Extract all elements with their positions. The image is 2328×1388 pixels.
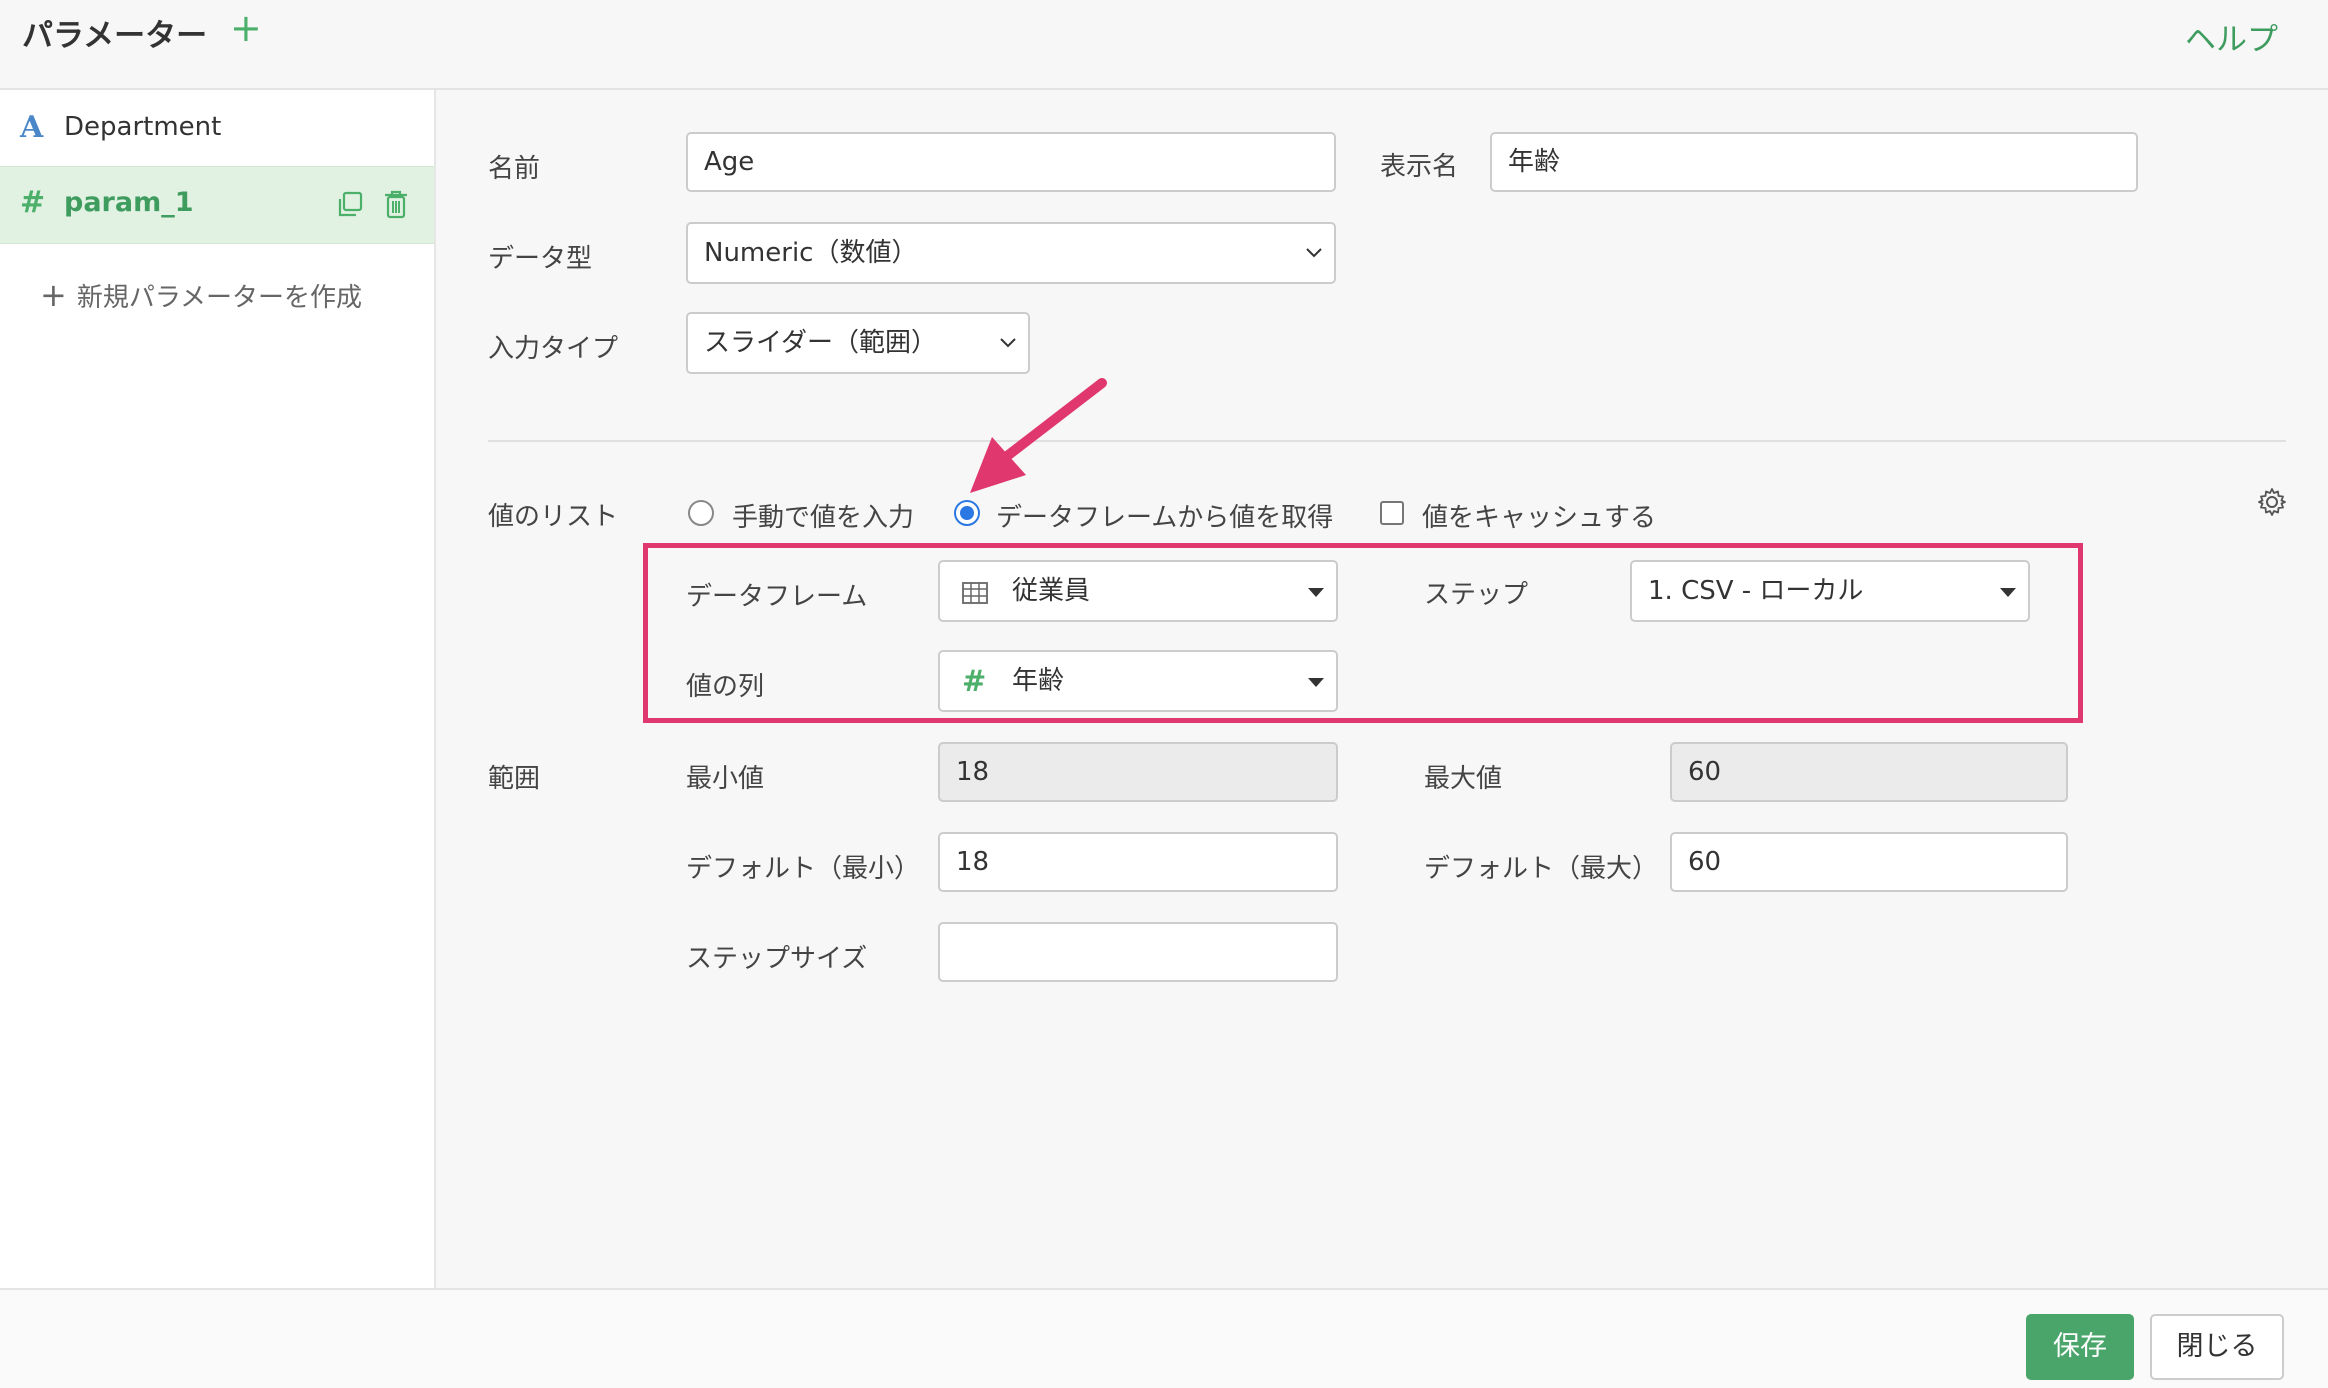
value-column-select[interactable]: # 年齢 [938,650,1338,712]
sidebar-item-label: param_1 [64,187,194,218]
copy-icon[interactable] [336,191,364,219]
manual-input-radio[interactable] [688,500,714,526]
page-title: パラメーター [22,18,208,54]
data-type-value: Numeric（数値） [704,238,918,268]
chevron-down-icon [1000,338,1016,348]
name-label: 名前 [488,154,541,184]
manual-input-label: 手動で値を入力 [732,503,915,533]
display-name-label: 表示名 [1380,152,1459,182]
table-icon [962,582,988,604]
value-column-value: 年齢 [1012,666,1065,696]
close-button[interactable]: 閉じる [2150,1314,2284,1380]
cache-checkbox[interactable] [1380,501,1404,525]
caret-down-icon [1308,588,1324,597]
value-list-label: 値のリスト [488,502,619,532]
data-type-select[interactable]: Numeric（数値） [686,222,1336,284]
caret-down-icon [2000,588,2016,597]
annotation-arrow [970,378,1107,493]
range-label: 範囲 [488,764,541,794]
display-name-input[interactable]: 年齢 [1490,132,2138,192]
sidebar-item-param-1[interactable]: # param_1 [0,166,434,244]
section-divider [488,440,2286,442]
header-bar: パラメーター + ヘルプ [0,0,2328,90]
default-min-input[interactable]: 18 [938,832,1338,892]
dataframe-label: データフレーム [686,582,868,612]
caret-down-icon [1308,678,1324,687]
default-max-label: デフォルト（最大） [1424,854,1659,884]
save-button[interactable]: 保存 [2026,1314,2134,1380]
new-parameter-label: 新規パラメーターを作成 [76,283,363,313]
dataframe-select[interactable]: 従業員 [938,560,1338,622]
max-value-input[interactable]: 60 [1670,742,2068,802]
numeric-type-icon: # [20,185,46,220]
numeric-type-icon: # [962,664,987,698]
step-size-input[interactable] [938,922,1338,982]
footer-bar: 保存 閉じる [0,1288,2328,1388]
min-value-input[interactable]: 18 [938,742,1338,802]
step-value: 1. CSV - ローカル [1648,576,1864,606]
sidebar-item-label: Department [64,112,222,142]
dataframe-value: 従業員 [1012,576,1091,606]
sidebar-item-department[interactable]: A Department [0,90,434,166]
name-input[interactable]: Age [686,132,1336,192]
input-type-label: 入力タイプ [488,334,619,364]
input-type-value: スライダー（範囲） [704,328,937,358]
parameter-sidebar: A Department # param_1 + 新規パラメーターを作成 [0,90,436,1288]
min-value-label: 最小値 [686,764,765,794]
value-column-label: 値の列 [686,672,765,702]
cache-checkbox-label: 値をキャッシュする [1422,503,1657,533]
step-label: ステップ [1424,580,1529,610]
step-select[interactable]: 1. CSV - ローカル [1630,560,2030,622]
text-type-icon: A [20,110,44,145]
plus-icon: + [40,276,67,314]
add-parameter-button[interactable]: + [230,6,262,50]
default-min-label: デフォルト（最小） [686,854,921,884]
chevron-down-icon [1306,248,1322,258]
new-parameter-link[interactable]: + 新規パラメーターを作成 [40,276,362,314]
step-size-label: ステップサイズ [686,944,868,974]
input-type-select[interactable]: スライダー（範囲） [686,312,1030,374]
trash-icon[interactable] [382,189,410,219]
default-max-input[interactable]: 60 [1670,832,2068,892]
max-value-label: 最大値 [1424,764,1503,794]
data-type-label: データ型 [488,244,593,274]
gear-icon[interactable] [2256,486,2288,518]
help-link[interactable]: ヘルプ [2185,14,2278,59]
